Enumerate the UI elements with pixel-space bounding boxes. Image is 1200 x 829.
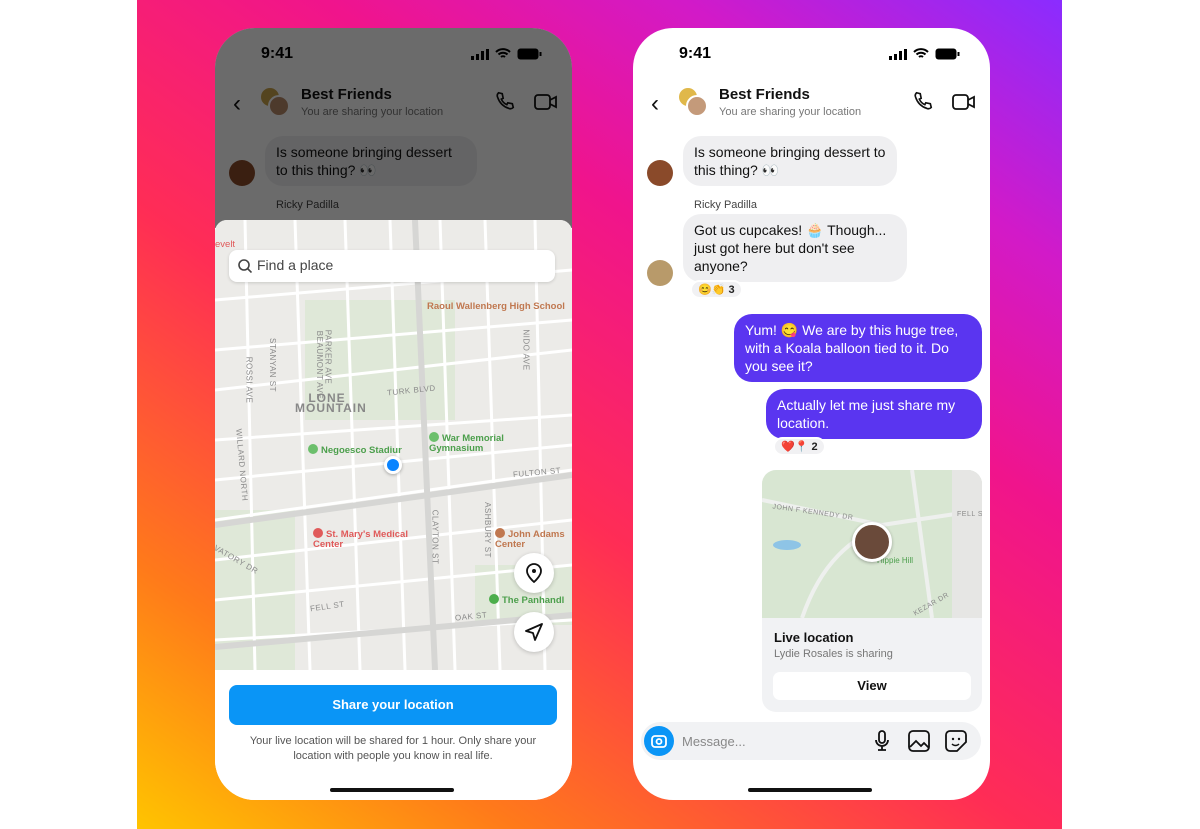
video-call-icon[interactable] (952, 92, 976, 112)
location-sheet: Find a place evelt Raoul Wallenberg High… (215, 220, 572, 800)
map-label-street: NIDO AVE (521, 329, 531, 371)
search-icon (238, 259, 252, 273)
phone-chat: 9:41 ‹ Best Friends You are sharing your… (633, 28, 990, 800)
view-location-button[interactable]: View (773, 672, 971, 700)
search-placeholder: Find a place (257, 257, 334, 273)
map-poi-panhandle[interactable]: The Panhandl (489, 594, 564, 606)
status-time: 9:41 (679, 45, 712, 62)
battery-icon (935, 48, 960, 60)
share-disclaimer: Your live location will be shared for 1 … (249, 735, 537, 762)
map-label-street: ASHBURY ST (482, 502, 492, 558)
current-location-dot (384, 456, 402, 474)
avatar (647, 260, 673, 286)
navigation-arrow-icon (525, 623, 543, 641)
chat-subtitle: You are sharing your location (719, 106, 862, 118)
microphone-icon[interactable] (874, 730, 890, 752)
message-reactions[interactable]: ❤️📍 2 (773, 437, 826, 456)
map-label-street: FELL S (957, 511, 982, 518)
sharer-avatar-pin (852, 522, 892, 562)
recenter-button[interactable] (514, 612, 554, 652)
live-location-title: Live location (774, 630, 854, 645)
message-input[interactable]: Message... (682, 734, 746, 749)
group-avatar[interactable] (677, 86, 711, 120)
live-location-card[interactable]: JOHN F KENNEDY DR KEZAR DR FELL S Hippie… (762, 470, 982, 712)
wifi-icon (913, 48, 929, 58)
map-label-school: Raoul Wallenberg High School (427, 301, 565, 312)
sticker-icon[interactable] (945, 730, 967, 752)
message-reactions[interactable]: 😊👏 3 (690, 280, 743, 299)
home-indicator (748, 788, 872, 792)
message-bubble: Got us cupcakes! 🧁 Though... just got he… (683, 214, 907, 282)
chat-header: ‹ Best Friends You are sharing your loca… (633, 84, 990, 124)
avatar (647, 160, 673, 186)
map-poi-hospital[interactable]: St. Mary's Medical Center (313, 528, 413, 550)
live-location-map[interactable]: JOHN F KENNEDY DR KEZAR DR FELL S Hippie… (762, 470, 982, 618)
message-bubble-outgoing: Yum! 😋 We are by this huge tree, with a … (734, 314, 982, 382)
gallery-icon[interactable] (908, 730, 930, 752)
map-label-street: STANYAN ST (268, 337, 278, 393)
home-indicator (330, 788, 454, 792)
map-label-street: PARKER AVE (323, 329, 333, 385)
status-icons (889, 48, 960, 60)
message-bubble: Is someone bringing dessert to this thin… (683, 136, 897, 186)
map-label-street: CLAYTON ST (430, 509, 440, 565)
map-poi-stadium[interactable]: Negoesco Stadiur (308, 444, 402, 456)
map-label: evelt (215, 239, 236, 250)
drop-pin-button[interactable] (514, 553, 554, 593)
dim-overlay (215, 28, 572, 228)
map-label-street: ROSSI AVE (244, 356, 254, 404)
map-view[interactable]: Find a place evelt Raoul Wallenberg High… (215, 220, 572, 670)
phone-share-location: 9:41 ‹ Best Friends You are sharing your… (215, 28, 572, 800)
chat-title[interactable]: Best Friends (719, 86, 810, 103)
live-location-subtitle: Lydie Rosales is sharing (774, 648, 893, 660)
signal-icon (889, 48, 907, 60)
message-bubble-outgoing: Actually let me just share my location. (766, 389, 982, 439)
share-location-button[interactable]: Share your location (229, 685, 557, 725)
phone-call-icon[interactable] (912, 90, 934, 112)
map-label-neighborhood: LONE MOUNTAIN (295, 391, 367, 415)
map-poi-gym[interactable]: War Memorial Gymnasium (429, 432, 539, 454)
back-button[interactable]: ‹ (651, 90, 659, 118)
location-pin-icon (526, 563, 542, 583)
camera-icon (651, 735, 667, 748)
message-composer: Message... (641, 722, 981, 760)
find-place-input[interactable]: Find a place (229, 250, 555, 282)
camera-button[interactable] (644, 726, 674, 756)
sender-name: Ricky Padilla (694, 199, 757, 211)
map-poi-center[interactable]: John Adams Center (495, 528, 572, 550)
status-bar: 9:41 (633, 28, 990, 78)
